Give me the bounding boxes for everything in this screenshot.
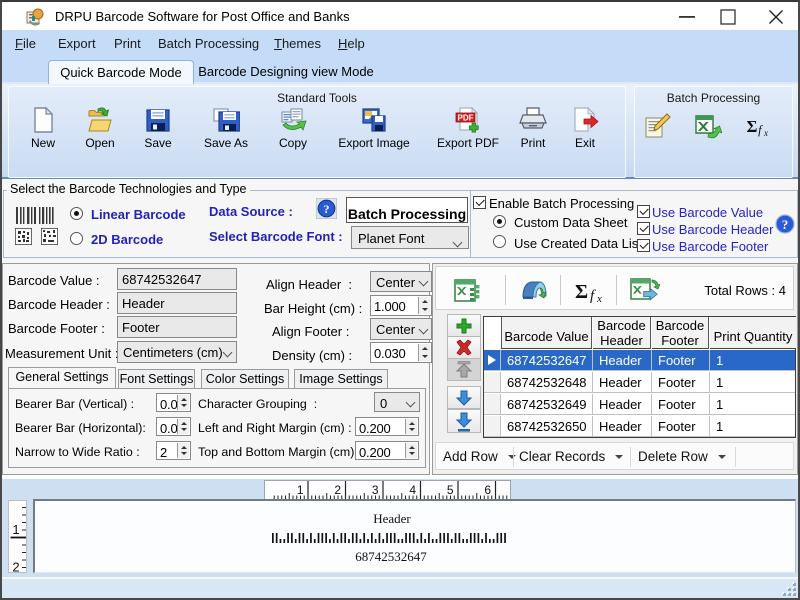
svg-text:1: 1 [12,522,19,537]
svg-text:2: 2 [12,560,19,574]
svg-text:PDF: PDF [458,113,474,122]
svg-text:5: 5 [447,483,454,497]
svg-text:2: 2 [334,483,341,497]
svg-text:1: 1 [297,483,304,497]
svg-text:Σ: Σ [747,117,758,136]
svg-text:3: 3 [372,483,379,497]
svg-text:x: x [763,128,768,138]
svg-text:?: ? [782,217,789,232]
svg-text:Σ: Σ [575,281,588,303]
svg-text:?: ? [324,202,330,216]
svg-text:f: f [758,123,763,137]
svg-text:6: 6 [484,483,491,497]
svg-text:4: 4 [409,483,416,497]
svg-text:x: x [596,293,602,305]
svg-text:f: f [590,288,596,304]
